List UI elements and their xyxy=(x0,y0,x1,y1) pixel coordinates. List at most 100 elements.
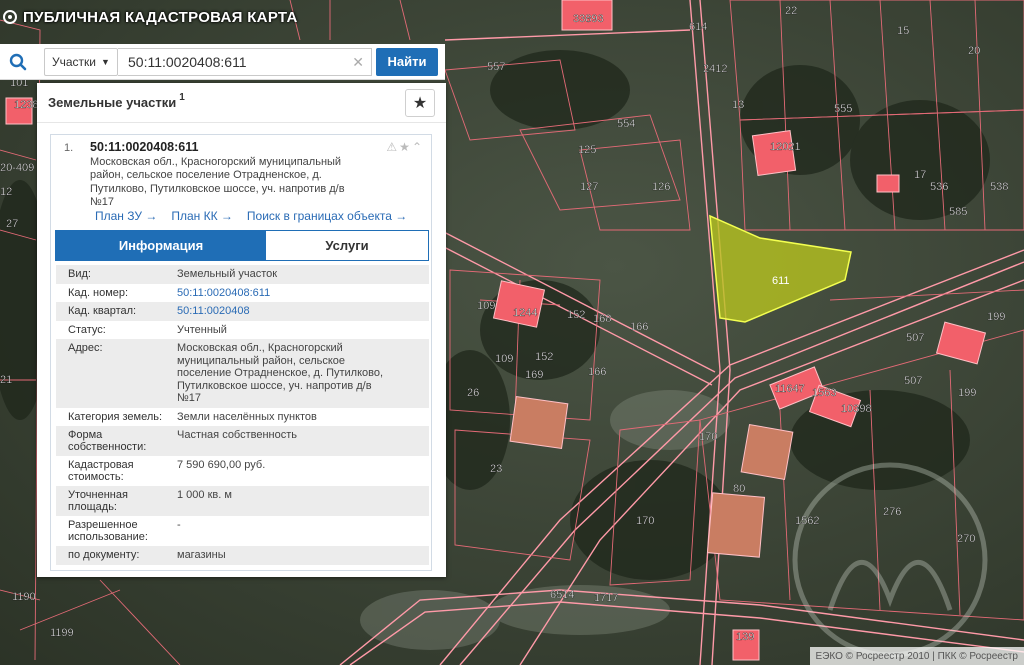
info-value: 7 590 690,00 руб. xyxy=(177,459,429,483)
parcel-label[interactable]: 1199 xyxy=(50,627,74,639)
info-row: Форма собственности: Частная собственность xyxy=(56,426,429,456)
tab-information[interactable]: Информация xyxy=(56,231,266,260)
parcel-label[interactable]: 2412 xyxy=(703,63,728,75)
info-row: Адрес: Московская обл., Красногорский муни… xyxy=(56,339,429,408)
parcel-label[interactable]: 11647 xyxy=(775,383,805,395)
parcel-label[interactable]: 170 xyxy=(636,515,655,527)
parcel-label[interactable]: 126 xyxy=(652,181,671,193)
parcel-label[interactable]: 109 xyxy=(495,353,514,365)
info-value-line: Московская обл., Красногорский xyxy=(177,342,343,354)
find-button[interactable]: Найти xyxy=(376,47,438,76)
parcel-label[interactable]: 554 xyxy=(617,118,636,130)
parcel-label[interactable]: 20-409 xyxy=(0,162,34,174)
parcel-label[interactable]: 10398 xyxy=(841,403,872,415)
parcel-label[interactable]: 33893 xyxy=(573,13,604,25)
parcel-label[interactable]: 127 xyxy=(580,181,599,193)
parcel-label[interactable]: 557 xyxy=(487,61,506,73)
parcel-label[interactable]: 80 xyxy=(733,483,746,495)
parcel-label[interactable]: 555 xyxy=(834,103,853,115)
search-in-bounds-link[interactable]: Поиск в границах объекта → xyxy=(247,209,407,223)
info-key-line: Статус: xyxy=(68,323,106,336)
parcel-label[interactable]: 538 xyxy=(990,181,1009,193)
info-value: Учтенный xyxy=(177,324,429,337)
search-type-select[interactable]: Участки ▼ xyxy=(44,47,118,76)
parcel-label[interactable]: 12 xyxy=(0,186,12,198)
search-query-text: 50:11:0020408:611 xyxy=(128,53,247,70)
info-key: Форма собственности: xyxy=(56,429,177,453)
parcel-label[interactable]: 21 xyxy=(0,374,12,386)
info-row: Вид: Земельный участок xyxy=(56,265,429,284)
app-title-text: ПУБЛИЧНАЯ КАДАСТРОВАЯ КАРТА xyxy=(23,8,298,26)
parcel-label[interactable]: 1563 xyxy=(812,387,837,399)
info-key-line: по документу: xyxy=(68,549,140,561)
info-key: Категория земель: xyxy=(56,411,177,424)
result-cad-number[interactable]: 50:11:0020408:611 xyxy=(90,140,198,154)
result-tool-icons[interactable]: ⚠★⌃ xyxy=(386,140,424,154)
favorite-star-icon[interactable]: ★ xyxy=(405,89,435,117)
plan-zu-link[interactable]: План ЗУ → xyxy=(95,209,157,223)
info-value-line: муниципальный район, сельское xyxy=(177,354,346,367)
info-key: Разрешенное использование: xyxy=(56,519,177,543)
parcel-label[interactable]: 536 xyxy=(930,181,949,193)
info-value-line: 50:11:0020408 xyxy=(177,305,250,317)
info-row: Кадастровая стоимость: 7 590 690,00 руб. xyxy=(56,456,429,486)
parcel-label[interactable]: 199 xyxy=(958,387,977,399)
info-value[interactable]: 50:11:0020408:611 xyxy=(177,287,429,300)
parcel-label[interactable]: 13 xyxy=(732,99,745,111)
info-key: Адрес: xyxy=(56,342,177,405)
parcel-label[interactable]: 152 xyxy=(567,309,586,321)
parcel-label[interactable]: 23 xyxy=(490,463,503,475)
info-key-line: площадь: xyxy=(68,501,117,513)
plan-kk-link[interactable]: План КК → xyxy=(171,209,233,223)
parcel-label[interactable]: 169 xyxy=(525,369,544,381)
parcel-label[interactable]: 6514 xyxy=(550,589,575,601)
info-value: Земли населённых пунктов xyxy=(177,411,429,424)
tab-services[interactable]: Услуги xyxy=(266,231,428,260)
info-value-line: Земли населённых пунктов xyxy=(177,410,317,423)
parcel-label[interactable]: 168 xyxy=(593,313,612,325)
parcel-label[interactable]: 152 xyxy=(535,351,554,363)
info-value-line: магазины xyxy=(177,549,226,561)
parcel-label[interactable]: 1717 xyxy=(594,592,619,604)
parcel-label[interactable]: 20 xyxy=(968,45,981,57)
search-type-label: Участки xyxy=(52,54,96,69)
info-table: Вид: Земельный участок Кад. номер: 50:11:00… xyxy=(56,265,429,565)
parcel-label[interactable]: 1238 xyxy=(14,99,39,111)
info-value[interactable]: 50:11:0020408 xyxy=(177,305,429,318)
parcel-label[interactable]: 125 xyxy=(578,144,597,156)
info-key-line: Категория земель: xyxy=(68,410,163,423)
parcel-label[interactable]: 26 xyxy=(467,387,480,399)
parcel-label[interactable]: 199 xyxy=(987,311,1006,323)
parcel-label[interactable]: 614 xyxy=(689,21,708,33)
results-count: 1 xyxy=(179,92,185,103)
info-row: Кад. квартал: 50:11:0020408 xyxy=(56,302,429,321)
parcel-label[interactable]: 27 xyxy=(6,218,19,230)
parcel-label[interactable]: 15 xyxy=(897,25,910,37)
selected-parcel-label: 611 xyxy=(772,275,790,287)
parcel-label[interactable]: 276 xyxy=(883,506,902,518)
parcel-label[interactable]: 1244 xyxy=(513,307,538,319)
parcel-label[interactable]: 166 xyxy=(588,366,607,378)
parcel-label[interactable]: 270 xyxy=(957,533,976,545)
parcel-label[interactable]: 109 xyxy=(477,300,496,312)
parcel-label[interactable]: 1190 xyxy=(12,591,36,603)
parcel-label[interactable]: 17 xyxy=(914,169,927,181)
parcel-label[interactable]: 170 xyxy=(699,431,718,443)
clear-icon[interactable]: ✕ xyxy=(352,54,364,71)
parcel-label[interactable]: 166 xyxy=(630,321,649,333)
info-key-line: Адрес: xyxy=(68,342,103,354)
results-panel: Земельные участки 1 ★ 1. 50:11:0020408:6… xyxy=(37,83,446,577)
info-value: - xyxy=(177,519,429,543)
info-key-line: стоимость: xyxy=(68,471,124,483)
parcel-label[interactable]: 1562 xyxy=(795,515,820,527)
search-input[interactable]: 50:11:0020408:611 ✕ xyxy=(118,47,372,76)
parcel-label[interactable]: 585 xyxy=(949,206,968,218)
parcel-label[interactable]: 507 xyxy=(906,332,925,344)
search-icon[interactable] xyxy=(0,44,36,80)
parcel-label[interactable]: 22 xyxy=(785,5,798,17)
parcel-label[interactable]: 12021 xyxy=(770,141,801,153)
info-key: Кад. номер: xyxy=(56,287,177,300)
parcel-label[interactable]: 139 xyxy=(736,631,755,643)
parcel-label[interactable]: 507 xyxy=(904,375,923,387)
info-key-line: Кад. номер: xyxy=(68,286,129,299)
